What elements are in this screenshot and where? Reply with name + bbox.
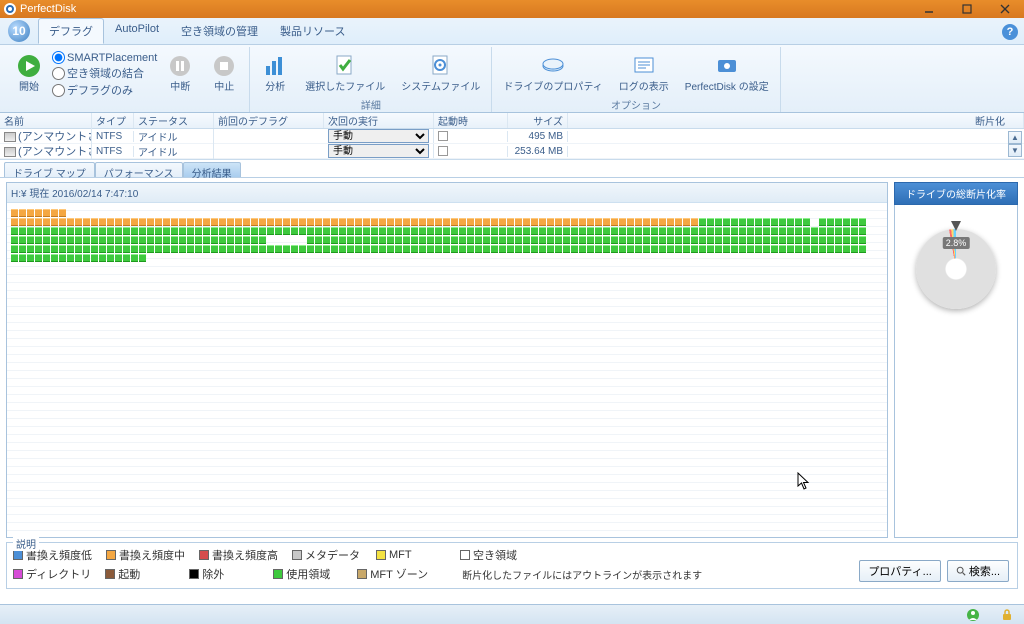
- placement-options: SMARTPlacement 空き領域の結合 デフラグのみ: [52, 49, 157, 98]
- window-title: PerfectDisk: [20, 3, 76, 15]
- boot-checkbox: [438, 146, 448, 156]
- log-icon: [630, 52, 658, 80]
- opt-defrag-only[interactable]: デフラグのみ: [52, 82, 157, 98]
- col-boot[interactable]: 起動時: [434, 113, 508, 128]
- chart-icon: [261, 52, 289, 80]
- pause-button[interactable]: 中断: [159, 49, 201, 97]
- legend-excl: 除外: [189, 566, 259, 582]
- legend-dir: ディレクトリ: [13, 566, 91, 582]
- search-button[interactable]: 検索...: [947, 560, 1009, 582]
- legend-mft: MFT: [376, 549, 446, 561]
- stop-icon: [210, 52, 238, 80]
- grid-scroll: ▲ ▼: [1008, 131, 1022, 157]
- app-logo[interactable]: 10: [2, 17, 36, 44]
- subtab-drivemap[interactable]: ドライブ マップ: [4, 162, 95, 177]
- play-icon: [15, 52, 43, 80]
- tab-resources[interactable]: 製品リソース: [269, 18, 356, 44]
- col-size[interactable]: サイズ: [508, 113, 568, 128]
- properties-button[interactable]: プロパティ...: [859, 560, 941, 582]
- pause-icon: [166, 52, 194, 80]
- search-icon: [956, 566, 966, 576]
- col-frag[interactable]: 断片化: [568, 113, 1024, 128]
- drive-properties-button[interactable]: ドライブのプロパティ: [496, 49, 609, 97]
- help-button[interactable]: ?: [1002, 24, 1018, 40]
- maximize-button[interactable]: [948, 0, 986, 18]
- gauge-needle-icon: [951, 221, 961, 231]
- subtab-performance[interactable]: パフォーマンス: [95, 162, 183, 177]
- fragmentation-pane: ドライブの総断片化率 2.8%: [894, 182, 1018, 538]
- selected-files-button[interactable]: 選択したファイル: [298, 49, 392, 97]
- legend-boot: 起動: [105, 566, 175, 582]
- start-label: 開始: [19, 82, 39, 94]
- scroll-down-button[interactable]: ▼: [1008, 144, 1022, 157]
- drive-icon: [539, 52, 567, 80]
- close-button[interactable]: [986, 0, 1024, 18]
- start-button[interactable]: 開始: [8, 49, 50, 97]
- system-files-button[interactable]: システムファイル: [394, 49, 487, 97]
- stop-button[interactable]: 中止: [203, 49, 245, 97]
- subtab-analysis[interactable]: 分析結果: [183, 162, 241, 177]
- tab-autopilot[interactable]: AutoPilot: [104, 18, 170, 44]
- col-next[interactable]: 次回の実行: [324, 113, 434, 128]
- legend-note: 断片化したファイルにはアウトラインが表示されます: [462, 567, 702, 582]
- table-row[interactable]: (アンマウントされ.. NTFS アイドル 手動 495 MB: [0, 129, 1024, 144]
- tab-freespace[interactable]: 空き領域の管理: [170, 18, 269, 44]
- grid-header: 名前 タイプ ステータス 前回のデフラグ 次回の実行 起動時 サイズ 断片化: [0, 113, 1024, 129]
- legend-high: 書換え頻度高: [199, 547, 278, 563]
- frag-percent: 2.8%: [943, 237, 970, 249]
- table-row[interactable]: (アンマウントされ.. NTFS アイドル 手動 253.64 MB: [0, 144, 1024, 159]
- app-icon: [4, 3, 16, 15]
- legend-mftzone: MFT ゾーン: [357, 566, 428, 582]
- title-bar: PerfectDisk: [0, 0, 1024, 18]
- legend-meta: メタデータ: [292, 547, 362, 563]
- settings-icon: [713, 52, 741, 80]
- col-last[interactable]: 前回のデフラグ: [214, 113, 324, 128]
- status-user-icon: [966, 608, 980, 622]
- legend-title: 説明: [13, 536, 39, 551]
- drive-small-icon: [4, 132, 16, 142]
- next-run-select: 手動: [328, 144, 429, 158]
- check-file-icon: [331, 52, 359, 80]
- minimize-button[interactable]: [910, 0, 948, 18]
- next-run-select: 手動: [328, 129, 429, 143]
- opt-consolidate[interactable]: 空き領域の結合: [52, 65, 157, 81]
- ribbon-body: 開始 SMARTPlacement 空き領域の結合 デフラグのみ 中断 中止 分…: [0, 45, 1024, 113]
- status-lock-icon: [1000, 608, 1014, 622]
- sub-tabs: ドライブ マップ パフォーマンス 分析結果: [0, 160, 1024, 178]
- content-area: H:¥ 現在 2016/02/14 7:47:10 ドライブの総断片化率 2.8…: [0, 178, 1024, 538]
- boot-checkbox: [438, 131, 448, 141]
- legend-free: 空き領域: [460, 547, 530, 563]
- group-detail-label: 詳細: [254, 97, 487, 113]
- drive-map-pane: H:¥ 現在 2016/02/14 7:47:10: [6, 182, 888, 538]
- col-name[interactable]: 名前: [0, 113, 92, 128]
- log-view-button[interactable]: ログの表示: [612, 49, 676, 97]
- map-title: H:¥ 現在 2016/02/14 7:47:10: [7, 183, 887, 203]
- col-status[interactable]: ステータス: [134, 113, 214, 128]
- opt-smartplacement[interactable]: SMARTPlacement: [52, 51, 157, 64]
- legend-mid: 書換え頻度中: [106, 547, 185, 563]
- frag-gauge-wrap: 2.8%: [894, 205, 1018, 538]
- map-body[interactable]: [7, 203, 887, 537]
- frag-title: ドライブの総断片化率: [894, 182, 1018, 205]
- drive-grid: 名前 タイプ ステータス 前回のデフラグ 次回の実行 起動時 サイズ 断片化 (…: [0, 113, 1024, 160]
- legend-box: 説明 書換え頻度低 書換え頻度中 書換え頻度高 メタデータ MFT 空き領域 デ…: [6, 542, 1018, 589]
- ribbon-header: 10 デフラグ AutoPilot 空き領域の管理 製品リソース ?: [0, 18, 1024, 45]
- gear-file-icon: [427, 52, 455, 80]
- status-bar: [0, 604, 1024, 624]
- disc-gauge: 2.8%: [916, 229, 996, 309]
- scroll-up-button[interactable]: ▲: [1008, 131, 1022, 144]
- pd-settings-button[interactable]: PerfectDisk の設定: [678, 49, 776, 97]
- legend-used: 使用領域: [273, 566, 343, 582]
- col-type[interactable]: タイプ: [92, 113, 134, 128]
- group-options-label: オプション: [496, 97, 775, 113]
- analyze-button[interactable]: 分析: [254, 49, 296, 97]
- tab-defrag[interactable]: デフラグ: [38, 18, 104, 44]
- drive-small-icon: [4, 147, 16, 157]
